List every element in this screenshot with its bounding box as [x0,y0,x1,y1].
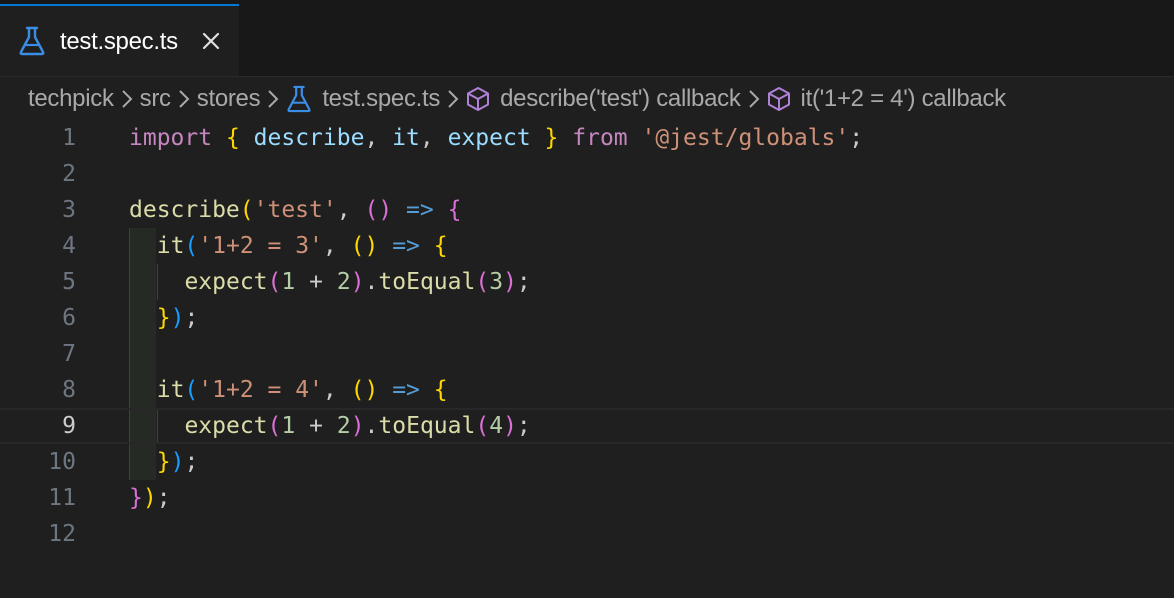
breadcrumb-item-techpick[interactable]: techpick [28,85,114,113]
breadcrumb-item-describe[interactable]: describe('test') callback [466,85,741,113]
line-number: 4 [62,233,76,259]
line-number: 2 [62,161,76,187]
code-line[interactable]: 8 it('1+2 = 4', () => { [0,372,1174,408]
code-text: it('1+2 = 3', () => { [156,233,448,259]
code-line[interactable]: 5 expect(1 + 2).toEqual(3); [0,264,1174,300]
flask-icon [18,26,46,61]
tab-test-spec[interactable]: test.spec.ts [0,4,239,76]
chevron-right-icon [747,88,761,110]
chevron-right-icon [446,88,460,110]
line-number: 8 [62,377,76,403]
chevron-right-icon [120,88,134,110]
code-text: expect(1 + 2).toEqual(4); [184,413,531,439]
code-line[interactable]: 2 [0,156,1174,192]
code-editor[interactable]: 1 import { describe, it, expect } from '@… [0,120,1174,598]
line-number: 7 [62,341,76,367]
line-number: 5 [62,269,76,295]
editor-tab-bar: test.spec.ts [0,0,1174,77]
line-number: 1 [62,125,76,151]
code-line[interactable]: 4 it('1+2 = 3', () => { [0,228,1174,264]
chevron-right-icon [177,88,191,110]
code-line[interactable]: 7 [0,336,1174,372]
code-text: import { describe, it, expect } from '@j… [129,125,864,151]
line-number: 3 [62,197,76,223]
line-number: 11 [48,485,76,511]
breadcrumb-item-stores[interactable]: stores [197,85,261,113]
code-line[interactable]: 6 }); [0,300,1174,336]
breadcrumb-item-file[interactable]: test.spec.ts [286,85,440,113]
line-number: 12 [48,521,76,547]
breadcrumb-item-src[interactable]: src [140,85,171,113]
line-number: 10 [48,449,76,475]
close-icon[interactable] [198,28,224,54]
tab-label: test.spec.ts [60,28,178,55]
code-text: describe('test', () => { [129,197,462,223]
code-text: }); [129,485,171,511]
code-text: }); [156,449,199,475]
breadcrumb: techpick src stores test.spec.ts describ… [28,80,1174,118]
symbol-method-icon [466,86,490,112]
flask-icon [286,85,312,113]
code-line[interactable]: 1 import { describe, it, expect } from '@… [0,120,1174,156]
breadcrumb-item-it[interactable]: it('1+2 = 4') callback [767,85,1006,113]
code-line[interactable]: 10 }); [0,444,1174,480]
code-line[interactable]: 3 describe('test', () => { [0,192,1174,228]
line-number: 9 [62,413,76,439]
code-text: it('1+2 = 4', () => { [156,377,448,403]
code-line[interactable]: 12 [0,516,1174,552]
symbol-method-icon [767,86,791,112]
code-text: }); [156,305,199,331]
code-text: expect(1 + 2).toEqual(3); [184,269,531,295]
code-line[interactable]: 11}); [0,480,1174,516]
chevron-right-icon [266,88,280,110]
code-line[interactable]: 9 expect(1 + 2).toEqual(4); [0,408,1174,444]
line-number: 6 [62,305,76,331]
